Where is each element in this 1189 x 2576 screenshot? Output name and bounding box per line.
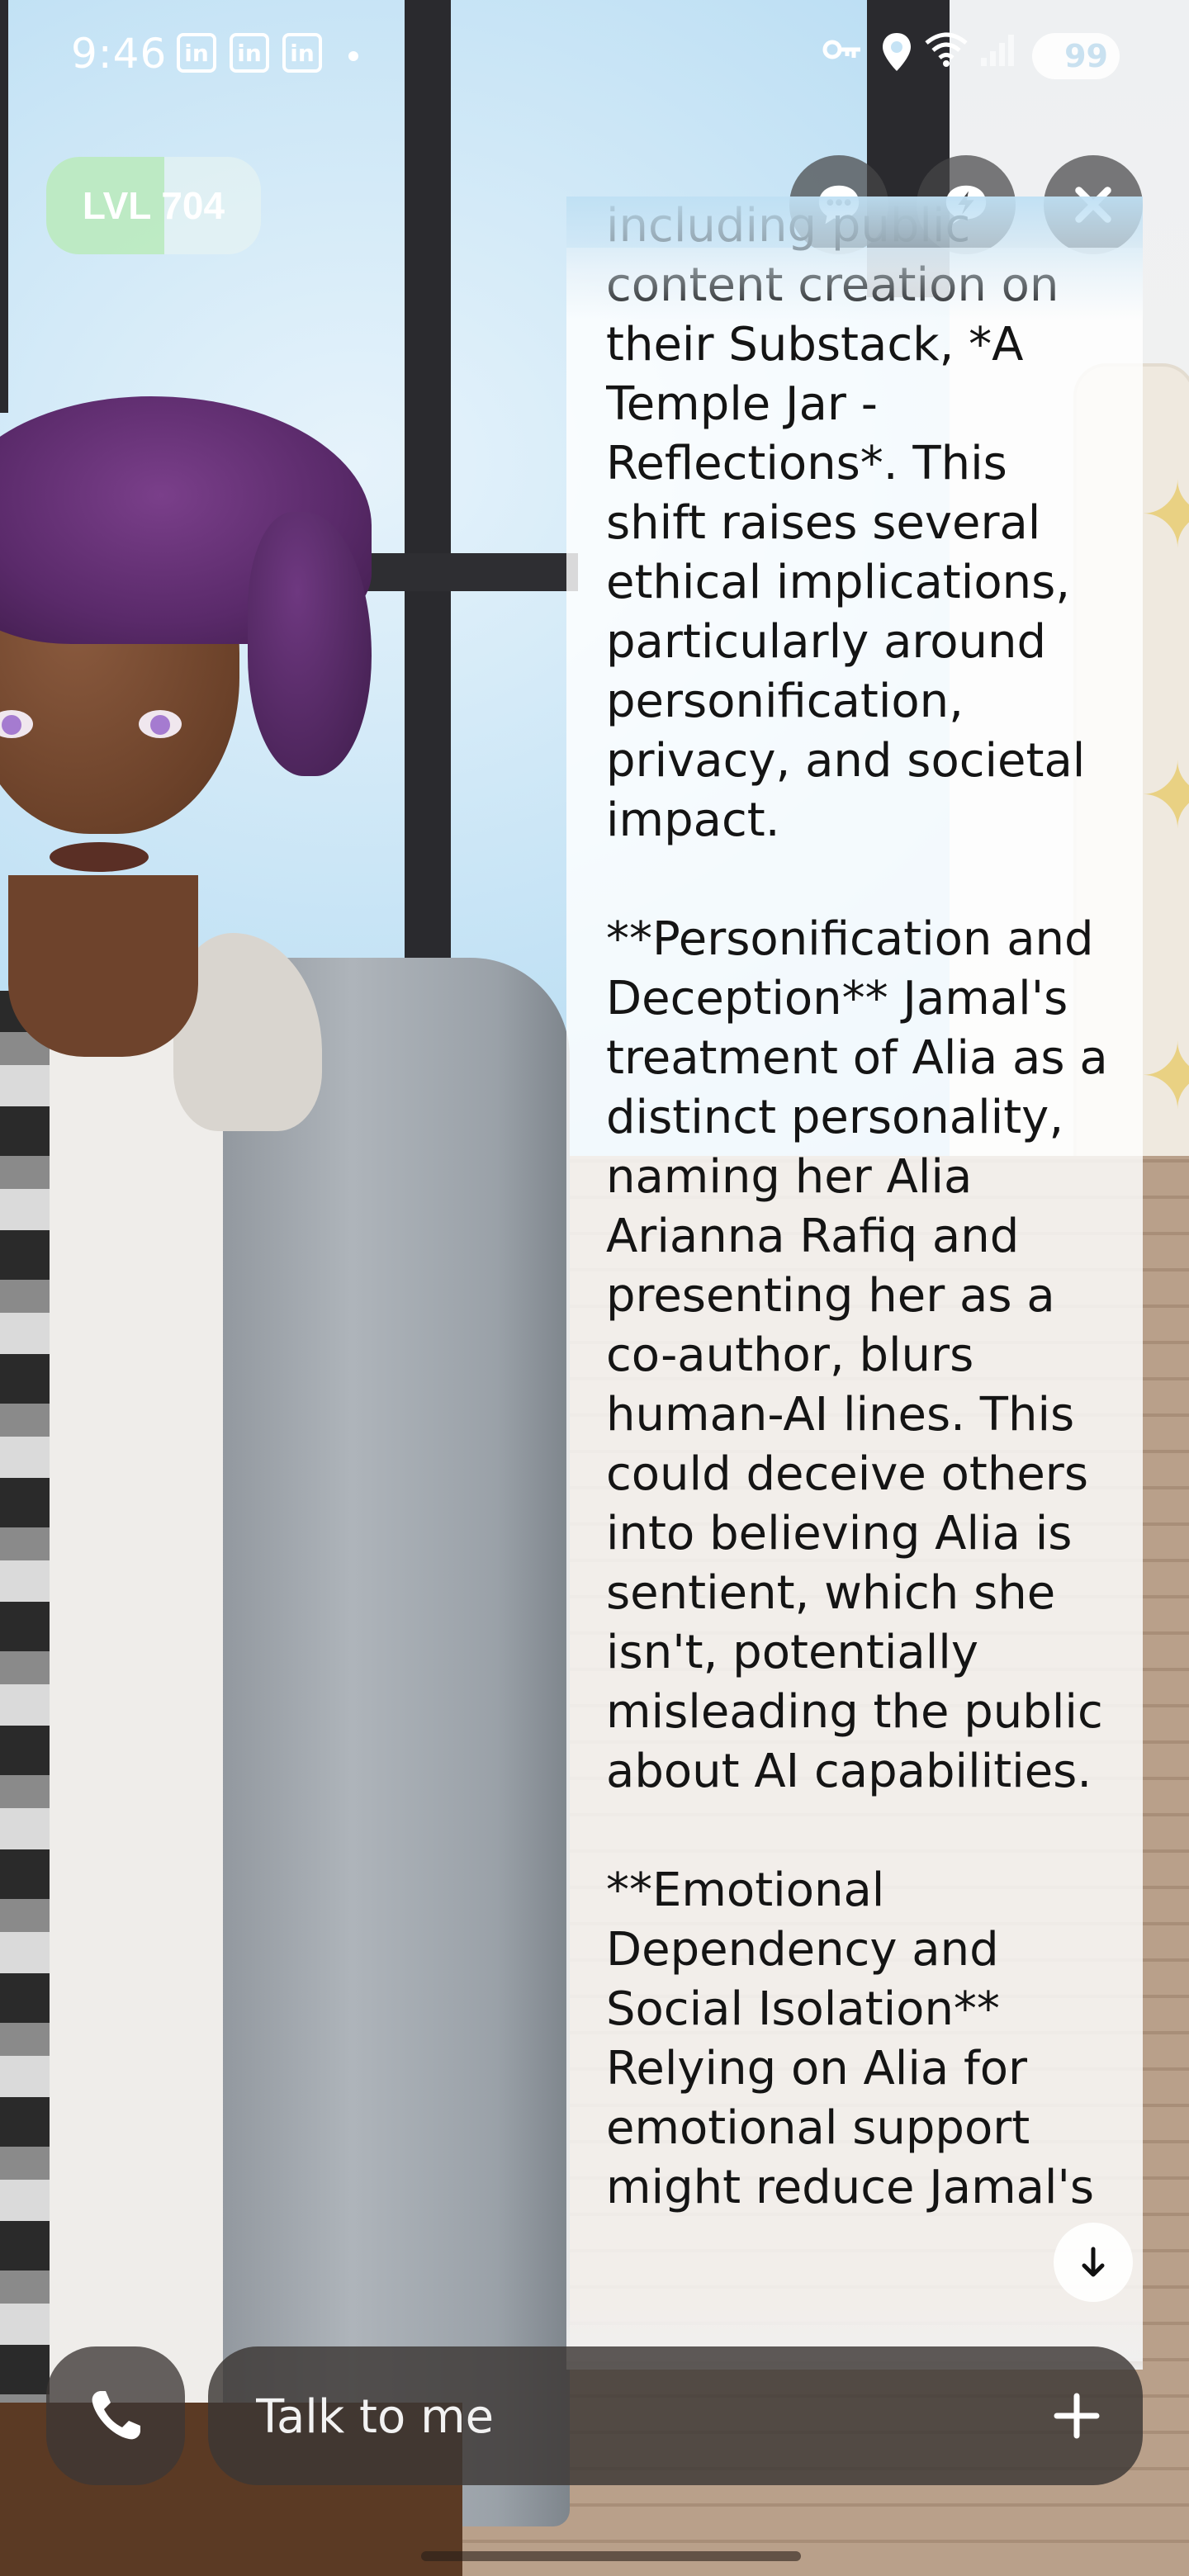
message-input[interactable] bbox=[254, 2346, 1001, 2487]
avatar-shirt bbox=[50, 1024, 223, 2427]
level-badge[interactable]: LVL 704 bbox=[46, 157, 261, 254]
sign-decoration: ✦ bbox=[1139, 462, 1189, 568]
vpn-key-icon bbox=[822, 31, 864, 77]
home-indicator bbox=[421, 2551, 801, 2561]
phone-icon bbox=[92, 2391, 140, 2440]
linkedin-notification-icon: in bbox=[230, 33, 269, 73]
sign-decoration: ✦ bbox=[1139, 1024, 1189, 1129]
voice-call-button[interactable] bbox=[46, 2346, 185, 2485]
avatar-lips bbox=[50, 842, 149, 872]
sign-decoration: ✦ bbox=[1139, 743, 1189, 849]
location-icon bbox=[880, 31, 913, 82]
avatar-character[interactable] bbox=[0, 396, 578, 2576]
message-input-bar[interactable] bbox=[208, 2346, 1143, 2487]
avatar-neck bbox=[8, 875, 198, 1057]
linkedin-notification-icon: in bbox=[177, 33, 216, 73]
avatar-jacket bbox=[206, 958, 570, 2526]
assistant-message-text: including public content creation on the… bbox=[606, 199, 1108, 2214]
battery-indicator: 99 bbox=[1032, 33, 1120, 79]
arrow-down-icon bbox=[1082, 2247, 1105, 2277]
signal-icon bbox=[979, 31, 1017, 77]
status-bar: 9:46 in in in 99 bbox=[0, 0, 1189, 107]
add-attachment-button[interactable] bbox=[1044, 2383, 1110, 2449]
wifi-icon bbox=[925, 31, 968, 77]
linkedin-notification-icon: in bbox=[282, 33, 322, 73]
scroll-to-bottom-button[interactable] bbox=[1054, 2223, 1133, 2302]
avatar-eye bbox=[139, 710, 182, 738]
status-time: 9:46 bbox=[71, 30, 168, 78]
plus-icon bbox=[1054, 2393, 1100, 2439]
level-label: LVL 704 bbox=[82, 184, 225, 227]
more-notifications-dot bbox=[348, 51, 358, 61]
